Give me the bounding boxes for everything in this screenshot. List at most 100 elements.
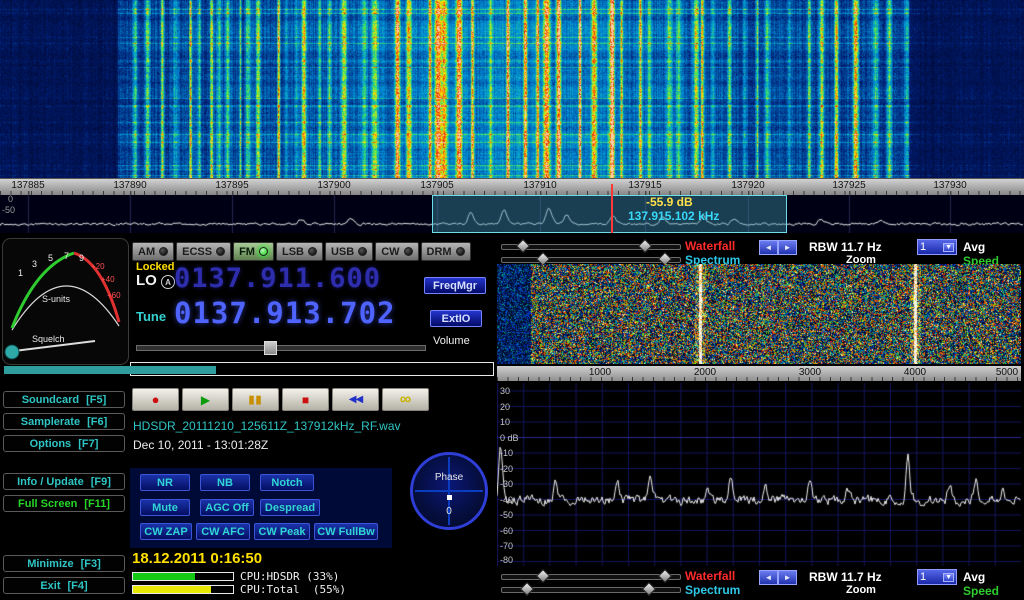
mode-am-button[interactable]: AM [132, 242, 174, 261]
record-button[interactable]: ● [132, 388, 179, 411]
scale-label: 3000 [799, 367, 821, 378]
strip-db-top: 0 [8, 194, 13, 204]
slider-thumb[interactable] [658, 569, 672, 583]
recording-timestamp: Dec 10, 2011 - 13:01:28Z [133, 438, 268, 452]
tune-frequency-display[interactable]: 0137.913.702 [174, 296, 396, 330]
soundcard-button[interactable]: Soundcard [F5] [3, 391, 125, 408]
rbw-readout: RBW 11.7 Hz [809, 570, 882, 584]
waterfall-tab[interactable]: Waterfall [685, 569, 735, 583]
pause-button[interactable]: ▮▮ [232, 388, 279, 411]
mode-label: USB [331, 246, 354, 258]
nb-button[interactable]: NB [200, 474, 250, 491]
cw-peak-button[interactable]: CW Peak [254, 523, 310, 540]
agc-off-button[interactable]: AGC Off [200, 499, 254, 516]
zoom-waterfall-display[interactable] [497, 264, 1021, 364]
main-waterfall-display[interactable] [0, 0, 1024, 178]
zoom-left-button[interactable]: ◄ [759, 240, 778, 255]
slider-thumb[interactable] [516, 239, 530, 253]
extio-button[interactable]: ExtIO [430, 310, 482, 327]
s-meter-tick-label: 3 [32, 259, 37, 269]
button-label: Options [30, 438, 72, 450]
nr-button[interactable]: NR [140, 474, 190, 491]
key-label: [F4] [68, 580, 88, 592]
mode-drm-button[interactable]: DRM [421, 242, 471, 261]
slider-thumb[interactable] [638, 239, 652, 253]
play-button[interactable]: ▶ [182, 388, 229, 411]
s-meter-tick-label: 5 [48, 253, 53, 263]
cursor-frequency-readout: 137.915.102 kHz [628, 209, 719, 223]
mode-led-icon [404, 247, 413, 256]
mode-led-icon [216, 247, 225, 256]
phase-dial[interactable]: Phase 0 [410, 452, 488, 530]
signal-level-readout: -55.9 dB [646, 195, 693, 209]
zoom-right-button[interactable]: ► [778, 570, 797, 585]
minimize-button[interactable]: Minimize [F3] [3, 555, 125, 572]
phase-value: 0 [413, 506, 485, 517]
mode-lsb-button[interactable]: LSB [276, 242, 323, 261]
avg-select[interactable]: 1 ▼ [917, 569, 957, 585]
loop-button[interactable]: ∞ [382, 388, 429, 411]
loop-icon: ∞ [400, 391, 411, 409]
ruler-label: 137895 [215, 180, 248, 191]
squelch-knob[interactable] [5, 345, 19, 359]
volume-slider[interactable] [136, 341, 426, 353]
button-label: Minimize [27, 558, 73, 570]
avg-select[interactable]: 1 ▼ [917, 239, 957, 255]
audio-frequency-scale[interactable]: 1000 2000 3000 4000 5000 [497, 366, 1021, 381]
avg-label: Avg [963, 240, 985, 254]
key-label: [F6] [87, 416, 107, 428]
waterfall-contrast-slider[interactable] [501, 574, 681, 580]
lo-lock-badge-icon[interactable]: A [161, 275, 175, 289]
zoom-left-button[interactable]: ◄ [759, 570, 778, 585]
rewind-icon: ◀◀ [349, 394, 362, 405]
slider-thumb[interactable] [536, 569, 550, 583]
freqmgr-button[interactable]: FreqMgr [424, 277, 486, 294]
stop-button[interactable]: ■ [282, 388, 329, 411]
mode-ecss-button[interactable]: ECSS [176, 242, 231, 261]
spectrum-tab[interactable]: Spectrum [685, 583, 740, 597]
volume-label: Volume [433, 335, 470, 347]
options-button[interactable]: Options [F7] [3, 435, 125, 452]
samplerate-button[interactable]: Samplerate [F6] [3, 413, 125, 430]
scale-label: 5000 [996, 367, 1018, 378]
exit-button[interactable]: Exit [F4] [3, 577, 125, 594]
rewind-button[interactable]: ◀◀ [332, 388, 379, 411]
key-label: [F5] [86, 394, 106, 406]
cw-afc-button[interactable]: CW AFC [196, 523, 250, 540]
rf-spectrum-strip[interactable]: 0 -50 -55.9 dB 137.915.102 kHz [0, 195, 1024, 233]
speed-label: Speed [963, 584, 999, 598]
play-icon: ▶ [201, 393, 210, 407]
slider-thumb[interactable] [642, 582, 656, 596]
scale-label: 2000 [694, 367, 716, 378]
slider-thumb[interactable] [520, 582, 534, 596]
notch-button[interactable]: Notch [260, 474, 314, 491]
volume-thumb[interactable] [264, 341, 277, 355]
waterfall-tab[interactable]: Waterfall [685, 239, 735, 253]
spectrum-contrast-slider[interactable] [501, 587, 681, 593]
fullscreen-button[interactable]: Full Screen [F11] [3, 495, 125, 512]
ruler-label: 137885 [11, 180, 44, 191]
cw-fullbw-button[interactable]: CW FullBw [314, 523, 378, 540]
mute-button[interactable]: Mute [140, 499, 190, 516]
frequency-ruler[interactable]: 137885 137890 137895 137900 137905 13791… [0, 178, 1024, 195]
mode-led-icon [259, 247, 268, 256]
volume-track[interactable] [136, 345, 426, 351]
ruler-label: 137905 [420, 180, 453, 191]
cpu-hdsdr-bar [132, 572, 234, 581]
zoom-right-button[interactable]: ► [778, 240, 797, 255]
spectrum-contrast-slider[interactable] [501, 257, 681, 263]
button-label: Full Screen [18, 498, 77, 510]
mode-fm-button[interactable]: FM [233, 242, 274, 261]
info-update-button[interactable]: Info / Update [F9] [3, 473, 125, 490]
lo-frequency-display[interactable]: 0137.911.600 [174, 263, 381, 294]
cw-zap-button[interactable]: CW ZAP [140, 523, 192, 540]
mode-usb-button[interactable]: USB [325, 242, 373, 261]
button-label: Samplerate [21, 416, 80, 428]
mode-cw-button[interactable]: CW [375, 242, 418, 261]
despread-button[interactable]: Despread [260, 499, 320, 516]
audio-spectrum-display[interactable] [497, 383, 1021, 566]
waterfall-contrast-slider[interactable] [501, 244, 681, 250]
passband-selection[interactable] [432, 195, 787, 233]
key-label: [F7] [78, 438, 98, 450]
scale-label: 4000 [904, 367, 926, 378]
